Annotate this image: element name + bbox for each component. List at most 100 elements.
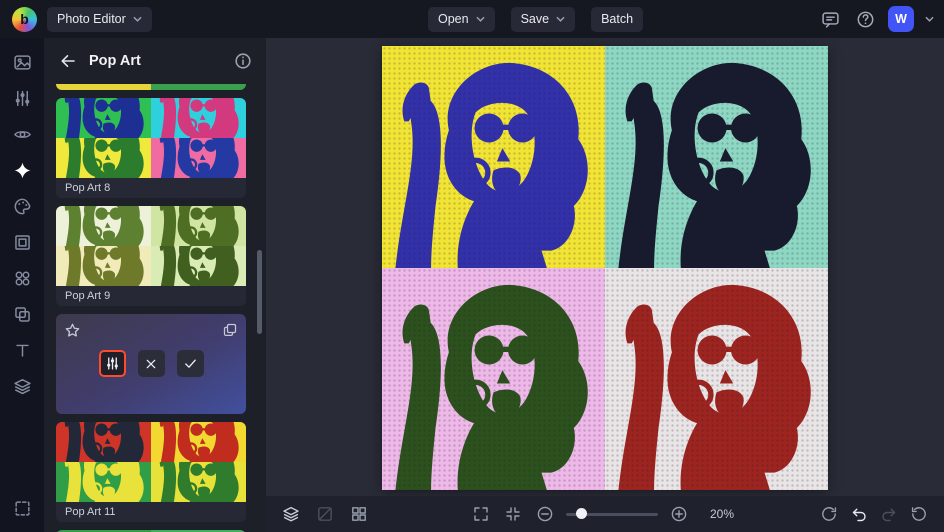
effect-thumbnail	[56, 422, 246, 502]
effect-label: Pop Art 8	[56, 178, 246, 198]
popart-quadrant	[151, 138, 246, 178]
sidebar-item-artsy[interactable]	[10, 195, 34, 218]
effect-cancel-button[interactable]	[138, 350, 165, 377]
effect-apply-button[interactable]	[177, 350, 204, 377]
palette-icon	[13, 197, 32, 216]
sidebar-item-adjust[interactable]	[10, 87, 34, 110]
duplicate-copy-icon[interactable]	[222, 322, 238, 343]
effect-card-selected[interactable]	[56, 314, 246, 414]
zoom-controls: 20%	[470, 503, 740, 525]
popart-quadrant	[151, 422, 246, 462]
close-icon	[144, 357, 158, 371]
chevron-down-icon	[476, 16, 485, 22]
layers-icon[interactable]	[280, 503, 302, 525]
effect-thumbnail	[56, 98, 246, 178]
popart-figure	[151, 138, 246, 178]
effect-controls	[56, 350, 246, 377]
account-avatar[interactable]: W	[888, 6, 914, 32]
popart-figure	[605, 268, 828, 490]
sidebar-item-text[interactable]	[10, 339, 34, 362]
undo-icon[interactable]	[848, 503, 870, 525]
feedback-chat-icon[interactable]	[818, 7, 842, 31]
grid-view-icon[interactable]	[348, 503, 370, 525]
batch-button[interactable]: Batch	[591, 7, 643, 32]
sparkle-icon	[13, 161, 32, 180]
history-tools	[818, 503, 930, 525]
popart-quadrant	[56, 462, 151, 502]
effect-label: Pop Art 11	[56, 502, 246, 522]
zoom-in-icon[interactable]	[668, 503, 690, 525]
tool-rail	[0, 38, 44, 532]
popart-image[interactable]	[382, 46, 828, 490]
popart-quadrant	[151, 462, 246, 502]
compare-icon[interactable]	[314, 503, 336, 525]
effect-card[interactable]: Pop Art 11	[56, 422, 246, 522]
scrollbar-thumb[interactable]	[257, 250, 262, 334]
panel-scrollbar[interactable]	[257, 90, 262, 526]
sync-refresh-icon[interactable]	[818, 503, 840, 525]
popart-figure	[56, 138, 151, 178]
effect-card-partial[interactable]	[56, 84, 246, 90]
arrow-left-icon	[59, 52, 77, 70]
effect-card[interactable]: Pop Art 8	[56, 98, 246, 198]
favorite-star-icon[interactable]	[64, 322, 81, 344]
sidebar-item-canvas[interactable]	[10, 497, 34, 520]
effects-list: Pop Art 8 Pop Art 9	[44, 84, 266, 532]
zoom-slider-knob[interactable]	[576, 508, 587, 519]
sliders-icon	[13, 89, 32, 108]
popart-quadrant	[56, 246, 151, 286]
photo-editor-app: b Photo Editor Open Save Batch	[0, 0, 944, 532]
sidebar-item-effects[interactable]	[10, 159, 34, 182]
effects-panel: Pop Art Pop Art 8	[44, 38, 266, 532]
effect-label: Pop Art 9	[56, 286, 246, 306]
chevron-down-icon	[556, 16, 565, 22]
redo-icon[interactable]	[878, 503, 900, 525]
canvas-area[interactable]: 20%	[266, 38, 944, 532]
save-label: Save	[521, 12, 550, 26]
fit-screen-icon[interactable]	[502, 503, 524, 525]
popart-figure	[56, 206, 151, 246]
file-actions: Open Save Batch	[428, 7, 643, 32]
popart-quadrant	[56, 138, 151, 178]
popart-quadrant	[151, 84, 246, 90]
sidebar-item-overlays[interactable]	[10, 303, 34, 326]
canvas-status-bar: 20%	[266, 496, 944, 532]
zoom-level: 20%	[710, 507, 740, 521]
dashed-square-icon	[13, 499, 32, 518]
sidebar-item-edit[interactable]	[10, 51, 34, 74]
fullscreen-icon[interactable]	[470, 503, 492, 525]
back-button[interactable]	[56, 49, 80, 73]
batch-label: Batch	[601, 12, 633, 26]
save-button[interactable]: Save	[511, 7, 576, 32]
popart-figure	[151, 98, 246, 138]
popart-quadrant-topleft	[382, 46, 605, 268]
popart-figure	[151, 246, 246, 286]
popart-figure	[56, 422, 151, 462]
popart-figure	[382, 268, 605, 490]
open-button[interactable]: Open	[428, 7, 495, 32]
effect-thumbnail	[56, 206, 246, 286]
zoom-slider[interactable]	[566, 513, 658, 516]
reset-history-icon[interactable]	[908, 503, 930, 525]
popart-figure	[382, 46, 605, 268]
effect-settings-button[interactable]	[99, 350, 126, 377]
app-mode-menu[interactable]: Photo Editor	[47, 7, 152, 32]
chevron-down-icon[interactable]	[925, 16, 934, 22]
sidebar-item-touchup[interactable]	[10, 123, 34, 146]
check-icon	[183, 356, 198, 371]
effect-card[interactable]: Pop Art 9	[56, 206, 246, 306]
popart-quadrant	[151, 246, 246, 286]
help-icon[interactable]	[853, 7, 877, 31]
popart-quadrant-bottomright	[605, 268, 828, 490]
popart-quadrant	[151, 206, 246, 246]
popart-quadrant-topright	[605, 46, 828, 268]
chevron-down-icon	[133, 16, 142, 22]
info-icon[interactable]	[232, 50, 254, 72]
sidebar-item-frames[interactable]	[10, 231, 34, 254]
sidebar-item-layers[interactable]	[10, 375, 34, 398]
topbar-right-group: W	[818, 6, 934, 32]
app-logo-icon[interactable]: b	[12, 7, 37, 32]
sidebar-item-graphics[interactable]	[10, 267, 34, 290]
popart-figure	[56, 98, 151, 138]
zoom-out-icon[interactable]	[534, 503, 556, 525]
